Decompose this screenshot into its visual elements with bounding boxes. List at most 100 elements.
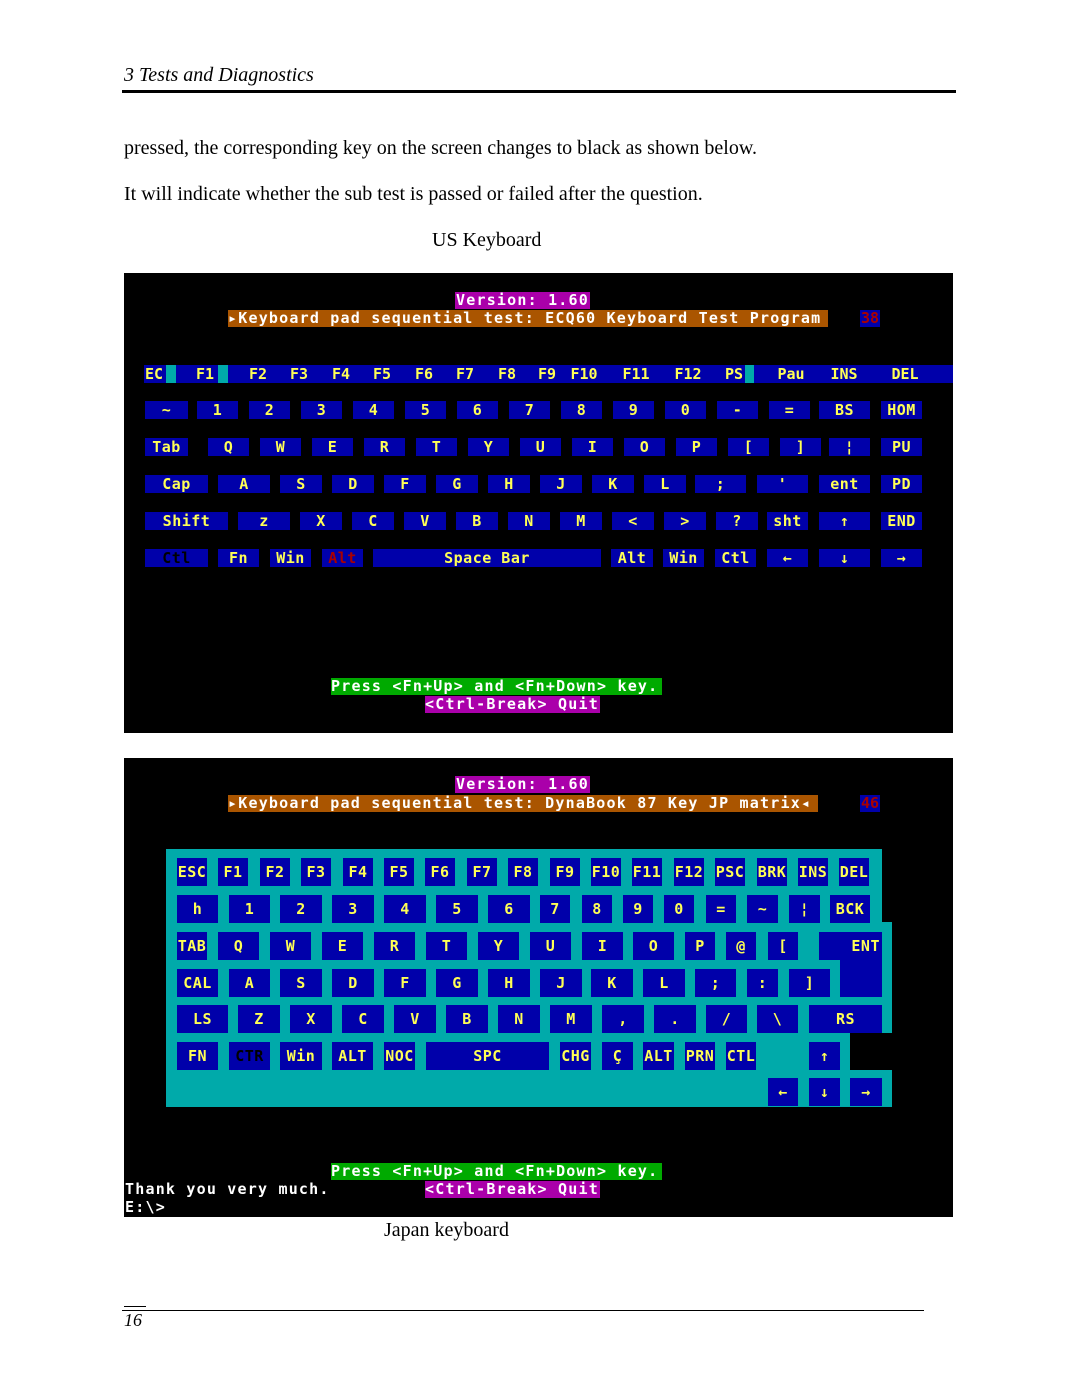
key: F4 — [343, 858, 373, 886]
key: ] — [780, 438, 821, 456]
function-key: F8 — [497, 365, 517, 383]
key: 5 — [436, 895, 478, 923]
key: N — [508, 512, 550, 530]
key: = — [769, 401, 810, 419]
key: ENT — [819, 932, 882, 960]
body-text-line: pressed, the corresponding key on the sc… — [124, 137, 757, 159]
function-key: F12 — [674, 365, 702, 383]
key: Space Bar — [373, 549, 601, 567]
key: S — [280, 969, 322, 997]
figure-caption-jp: Japan keyboard — [384, 1219, 509, 1241]
dos-prompt: E:\> — [125, 1198, 166, 1216]
footer-mark — [124, 1306, 146, 1307]
key: F11 — [632, 858, 662, 886]
key: DEL — [839, 858, 869, 886]
key: T — [426, 932, 467, 960]
key: F12 — [674, 858, 704, 886]
key: V — [404, 512, 446, 530]
key: 7 — [540, 895, 570, 923]
key: 8 — [561, 401, 602, 419]
function-key: Pau — [777, 365, 805, 383]
key: 4 — [384, 895, 426, 923]
test-title-bar: ▸Keyboard pad sequential test: DynaBook … — [228, 795, 818, 812]
key: 1 — [197, 401, 238, 419]
key: sht — [767, 512, 808, 530]
key: : — [747, 969, 778, 997]
key: → — [881, 549, 922, 567]
key: 9 — [613, 401, 654, 419]
figure-caption-us: US Keyboard — [432, 229, 542, 251]
key: \ — [757, 1005, 798, 1033]
jp-keyboard-screenshot: Version: 1.60 ▸Keyboard pad sequential t… — [124, 758, 953, 1217]
key: F5 — [384, 858, 414, 886]
key: Win — [663, 549, 704, 567]
key: F7 — [467, 858, 497, 886]
key: Ctl — [715, 549, 756, 567]
key: 2 — [280, 895, 322, 923]
key: W — [270, 932, 311, 960]
key: PU — [881, 438, 922, 456]
key: Y — [478, 932, 519, 960]
key: A — [229, 969, 270, 997]
key: N — [498, 1005, 540, 1033]
key: U — [530, 932, 571, 960]
key: Tab — [145, 438, 188, 456]
function-key-row: EC F1 F2 F3 F4 F5 F6 F7 F8 F9 F10 F11 F12 PS Pau INS DEL — [144, 365, 953, 383]
key: BCK — [830, 895, 870, 923]
key: B — [456, 512, 498, 530]
key: CAL — [177, 969, 218, 997]
key: / — [706, 1005, 747, 1033]
instruction-prompt: Press <Fn+Up> and <Fn+Down> key. — [331, 678, 662, 695]
key: [ — [768, 932, 798, 960]
key: HOM — [881, 401, 922, 419]
key: S — [280, 475, 322, 493]
key: ? — [716, 512, 758, 530]
key: E — [322, 932, 363, 960]
function-key: F5 — [372, 365, 392, 383]
key: M — [560, 512, 602, 530]
key: F8 — [508, 858, 538, 886]
key: , — [602, 1005, 644, 1033]
key: INS — [798, 858, 828, 886]
key: ent — [819, 475, 870, 493]
test-title-bar: ▸Keyboard pad sequential test: ECQ60 Key… — [228, 310, 828, 327]
key: F9 — [550, 858, 580, 886]
key: CTL — [726, 1042, 756, 1070]
key: ALT — [643, 1042, 674, 1070]
key: X — [290, 1005, 332, 1033]
instruction-prompt: Press <Fn+Up> and <Fn+Down> key. — [331, 1163, 662, 1180]
key: J — [540, 475, 582, 493]
key: F — [384, 969, 426, 997]
key: ← — [767, 549, 808, 567]
key: K — [591, 969, 633, 997]
key: Cap — [145, 475, 208, 493]
tested-key-marker — [218, 365, 228, 383]
key: Ctl — [145, 549, 208, 567]
key-counter: 46 — [860, 794, 880, 812]
key: C — [342, 1005, 384, 1033]
key: D — [332, 475, 374, 493]
key: ¦ — [829, 438, 870, 456]
key: B — [446, 1005, 488, 1033]
function-key: PS — [724, 365, 744, 383]
key: U — [520, 438, 561, 456]
key: E — [312, 438, 353, 456]
key: F2 — [260, 858, 290, 886]
key: ALT — [332, 1042, 373, 1070]
version-label: Version: 1.60 — [455, 775, 590, 793]
version-label: Version: 1.60 — [455, 291, 590, 309]
key: @ — [726, 932, 756, 960]
key: 6 — [457, 401, 498, 419]
key: Shift — [145, 512, 228, 530]
key: T — [416, 438, 457, 456]
key: RS — [809, 1005, 882, 1033]
key: END — [881, 512, 922, 530]
key: PSC — [715, 858, 745, 886]
key: 0 — [664, 895, 694, 923]
key: C — [352, 512, 394, 530]
key: 8 — [582, 895, 612, 923]
key: ↑ — [809, 1042, 840, 1070]
key: TAB — [177, 932, 207, 960]
key: G — [436, 475, 478, 493]
completion-message: Thank you very much. — [125, 1180, 330, 1198]
